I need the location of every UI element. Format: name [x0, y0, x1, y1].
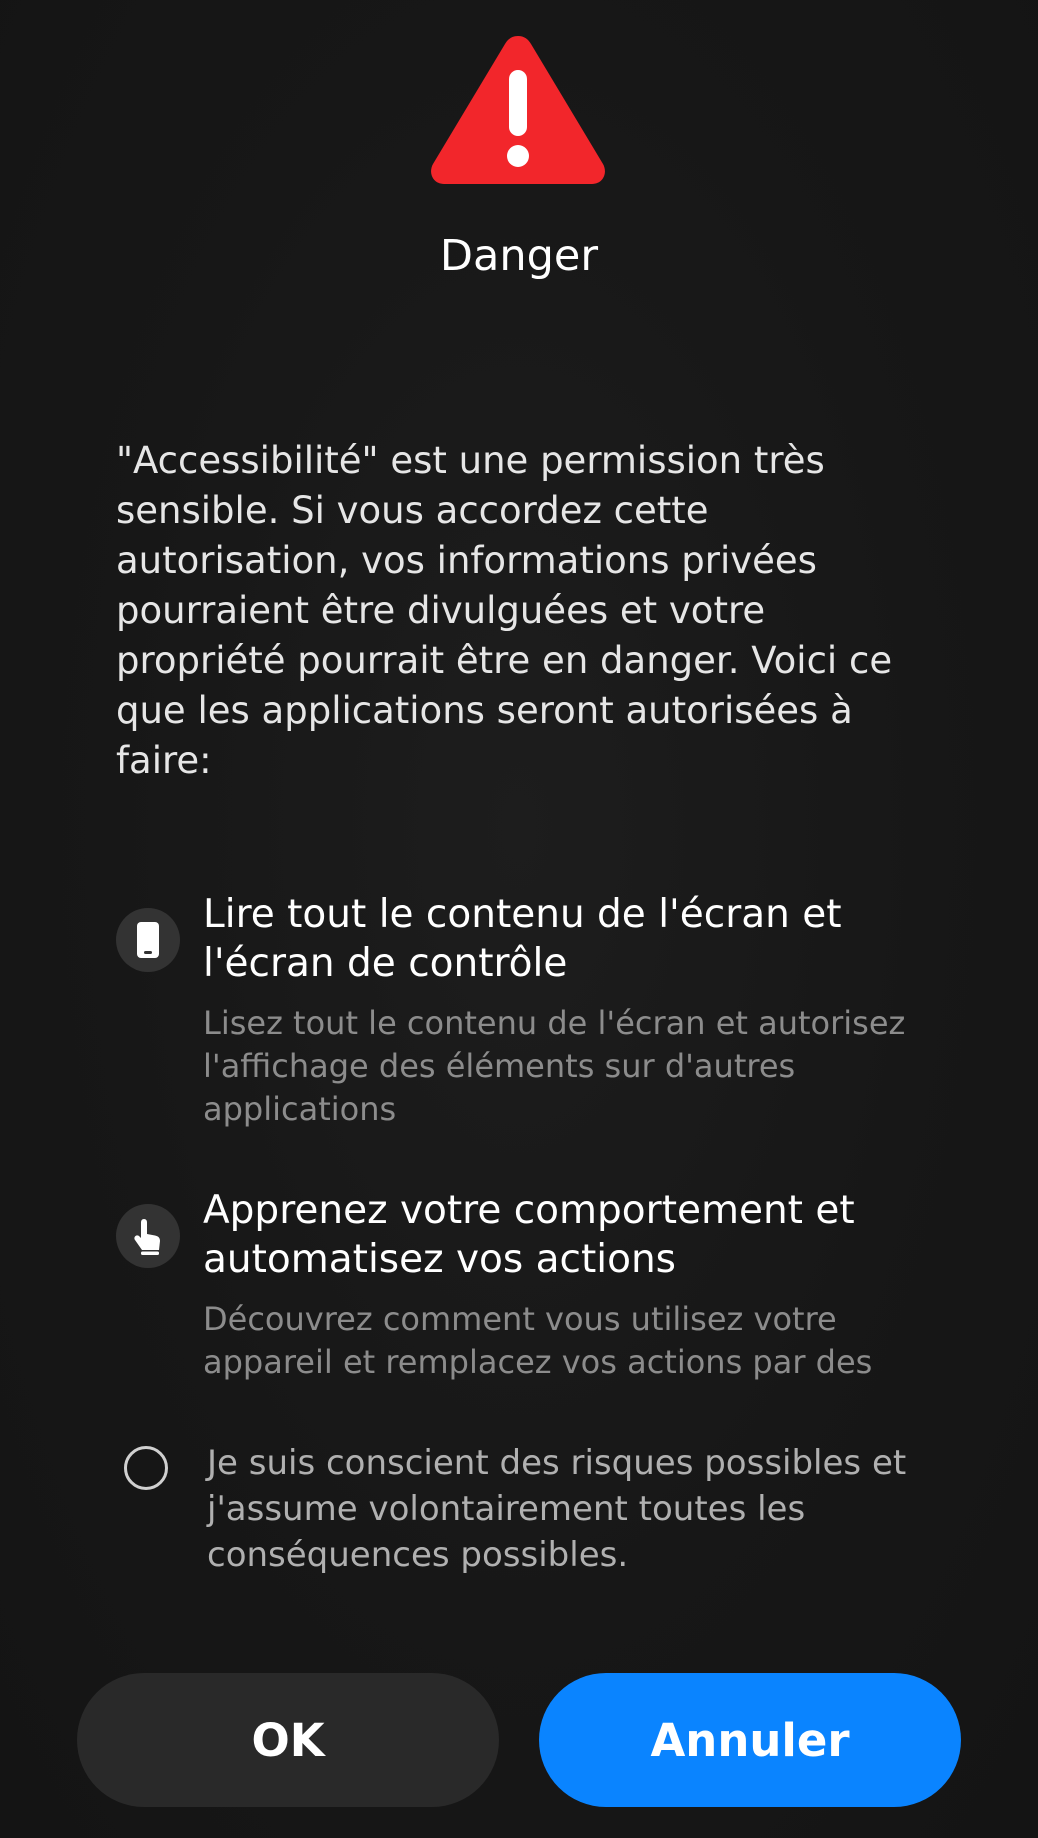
permission-title: Apprenez votre comportement et automatis…: [203, 1188, 855, 1282]
permission-description: Lisez tout le contenu de l'écran et auto…: [203, 1004, 906, 1128]
ok-button[interactable]: OK: [77, 1673, 499, 1807]
permission-list[interactable]: Lire tout le contenu de l'écran et l'écr…: [0, 890, 1038, 1388]
dialog-title: Danger: [439, 231, 599, 281]
permission-title: Lire tout le contenu de l'écran et l'écr…: [203, 892, 842, 986]
consent-radio[interactable]: [124, 1446, 168, 1490]
consent-option[interactable]: Je suis conscient des risques possibles …: [124, 1440, 924, 1580]
cancel-button[interactable]: Annuler: [539, 1673, 961, 1807]
permission-description: Découvrez comment vous utilisez votre ap…: [203, 1300, 873, 1381]
warning-triangle-icon: [431, 36, 605, 184]
dialog-description: "Accessibilité" est une permission très …: [116, 439, 893, 782]
consent-label: Je suis conscient des risques possibles …: [207, 1443, 907, 1575]
hand-pointer-icon: [116, 1204, 180, 1268]
phone-icon: [116, 908, 180, 972]
